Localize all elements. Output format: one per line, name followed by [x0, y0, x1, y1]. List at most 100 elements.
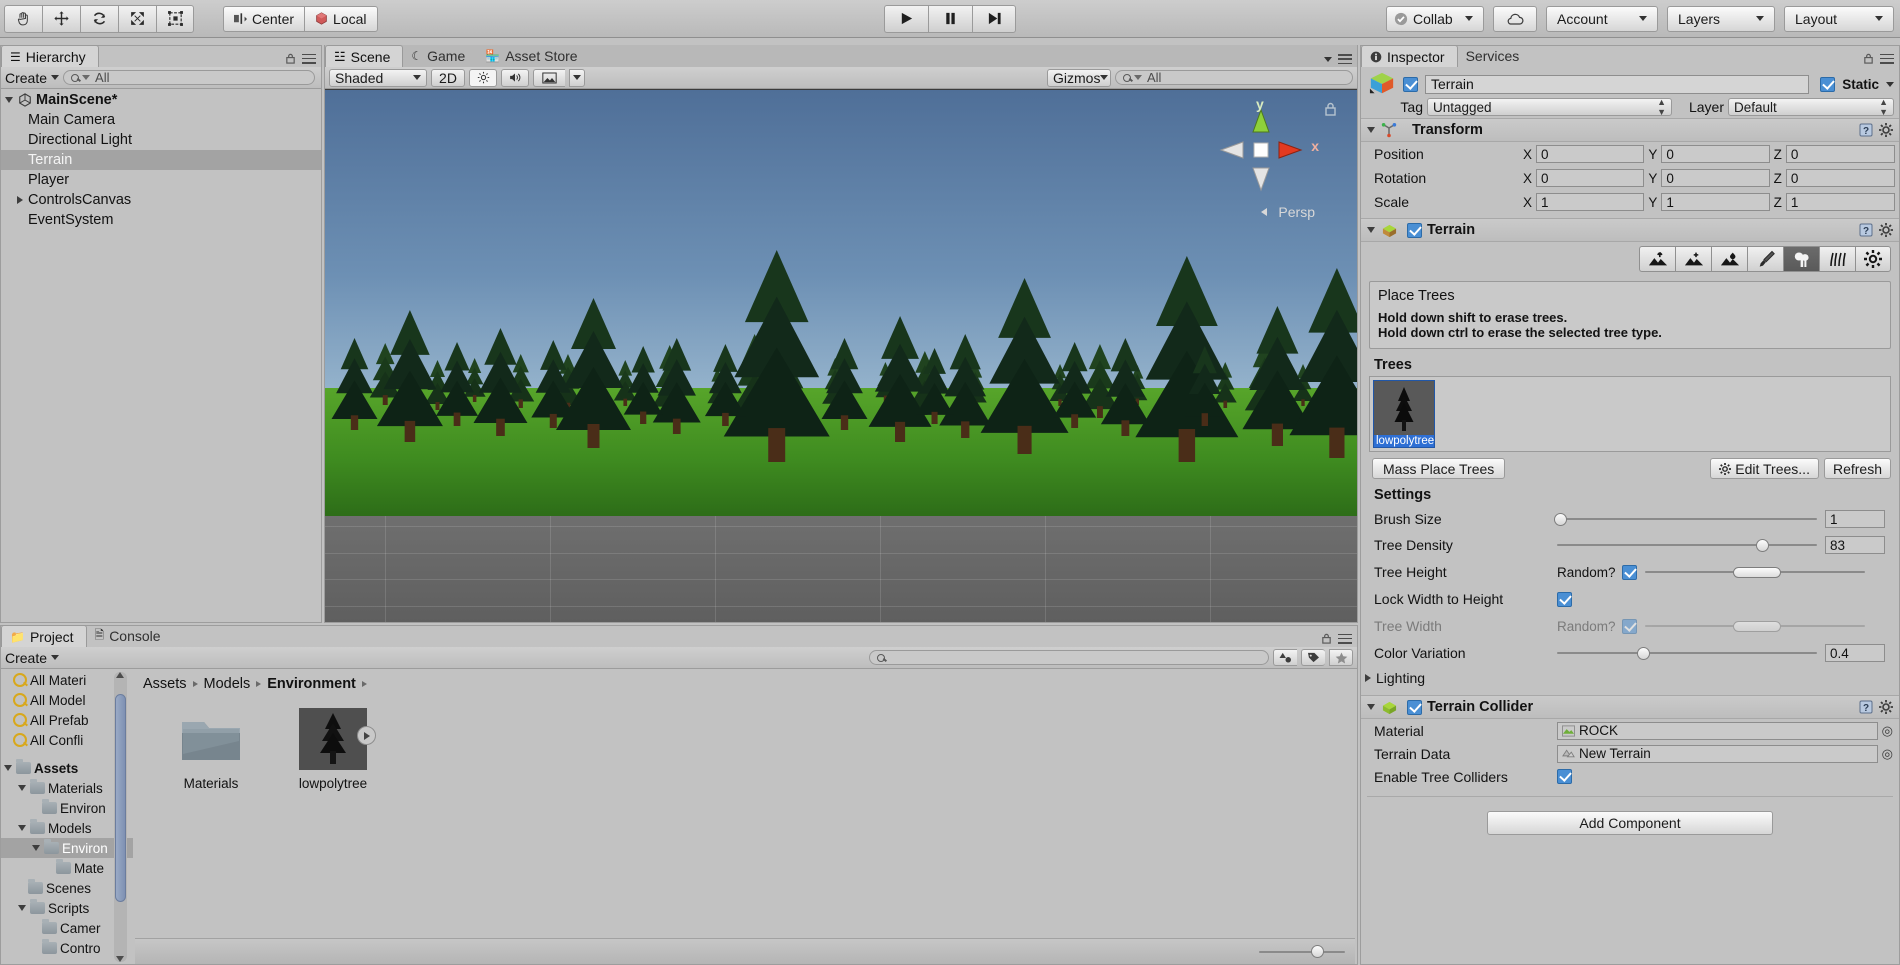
transform-position-x-input[interactable]: 0 — [1536, 145, 1645, 163]
hierarchy-item-directional-light[interactable]: Directional Light — [1, 130, 321, 150]
chevron-down-icon[interactable] — [18, 905, 26, 911]
chevron-down-icon[interactable] — [18, 785, 26, 791]
transform-component-header[interactable]: Transform ? — [1361, 118, 1899, 142]
paint-height-button[interactable] — [1675, 246, 1711, 272]
space-mode-button[interactable]: Local — [304, 5, 378, 32]
pause-button[interactable] — [928, 4, 972, 33]
project-tree-scroll-thumb[interactable] — [115, 694, 126, 902]
chevron-down-icon[interactable] — [18, 825, 26, 831]
terrain-collider-enabled-checkbox[interactable] — [1407, 699, 1422, 715]
step-button[interactable] — [972, 4, 1016, 33]
scene-search-input[interactable]: All — [1115, 70, 1353, 85]
rect-tool-button[interactable] — [156, 4, 194, 33]
chevron-down-icon[interactable] — [32, 845, 40, 851]
scene-view-gizmo[interactable]: y x — [1213, 96, 1319, 198]
chevron-right-icon[interactable] — [1365, 674, 1371, 682]
paint-details-button[interactable] — [1819, 246, 1855, 272]
breadcrumb-item[interactable]: Models — [204, 676, 251, 692]
play-button[interactable] — [884, 4, 928, 33]
hierarchy-item-eventsystem[interactable]: EventSystem — [1, 210, 321, 230]
asset-preview-play-button[interactable] — [357, 726, 376, 745]
scroll-down-arrow-icon[interactable] — [116, 956, 124, 962]
tab-inspector[interactable]: Inspector — [1361, 45, 1458, 67]
gear-icon[interactable] — [1879, 700, 1893, 714]
transform-scale-y-input[interactable]: 1 — [1661, 193, 1770, 211]
layers-button[interactable]: Layers — [1667, 5, 1775, 32]
transform-scale-z-input[interactable]: 1 — [1785, 193, 1895, 211]
brush-size-slider[interactable] — [1553, 511, 1817, 527]
project-tree-scrollbar[interactable] — [114, 672, 127, 962]
account-button[interactable]: Account — [1546, 5, 1658, 32]
chevron-down-icon[interactable] — [1886, 81, 1894, 87]
help-icon[interactable]: ? — [1859, 223, 1873, 237]
lock-icon[interactable] — [1321, 633, 1332, 644]
chevron-down-icon[interactable] — [4, 765, 12, 771]
hierarchy-item-terrain[interactable]: Terrain — [1, 150, 321, 170]
smooth-height-button[interactable] — [1711, 246, 1747, 272]
transform-scale-x-input[interactable]: 1 — [1536, 193, 1645, 211]
scene-lighting-toggle[interactable] — [469, 68, 497, 87]
hierarchy-menu-icon[interactable] — [302, 53, 316, 64]
object-picker-icon[interactable]: ◎ — [1882, 723, 1899, 739]
shading-mode-dropdown[interactable]: Shaded — [329, 68, 427, 87]
object-enabled-checkbox[interactable] — [1403, 76, 1418, 92]
hierarchy-item-controlscanvas[interactable]: ControlsCanvas — [1, 190, 321, 210]
slider-knob[interactable] — [1310, 945, 1324, 958]
chevron-down-icon[interactable] — [5, 97, 13, 103]
scale-tool-button[interactable] — [118, 4, 156, 33]
tab-services[interactable]: Services — [1458, 45, 1532, 67]
tree-palette[interactable]: lowpolytree — [1369, 376, 1891, 452]
hierarchy-search-input[interactable]: All — [63, 70, 315, 85]
filter-by-label-button[interactable] — [1301, 649, 1325, 666]
scene-menu-icon[interactable] — [1338, 54, 1352, 64]
tag-dropdown[interactable]: Untagged ▲ ▼ — [1427, 97, 1672, 117]
color-variation-input[interactable]: 0.4 — [1825, 644, 1885, 662]
terrain-data-field[interactable]: New Terrain — [1557, 744, 1878, 763]
terrain-collider-component-header[interactable]: Terrain Collider ? — [1361, 695, 1899, 719]
pivot-mode-button[interactable]: Center — [223, 5, 305, 32]
transform-rotation-z-input[interactable]: 0 — [1785, 169, 1895, 187]
transform-position-z-input[interactable]: 0 — [1785, 145, 1895, 163]
chevron-down-icon[interactable] — [1367, 227, 1375, 233]
object-picker-icon[interactable]: ◎ — [1882, 746, 1899, 762]
chevron-right-icon[interactable] — [17, 196, 23, 204]
asset-zoom-slider[interactable] — [1259, 944, 1345, 960]
slider-knob[interactable] — [1553, 512, 1567, 526]
hand-tool-button[interactable] — [4, 4, 42, 33]
scene-fx-toggle[interactable] — [533, 68, 565, 87]
gizmos-dropdown[interactable]: Gizmos — [1047, 68, 1111, 87]
scene-resize-handle[interactable] — [1340, 606, 1354, 620]
mass-place-trees-button[interactable]: Mass Place Trees — [1372, 458, 1506, 479]
hierarchy-item-main-camera[interactable]: Main Camera — [1, 110, 321, 130]
enable-tree-colliders-checkbox[interactable] — [1557, 769, 1572, 784]
raise-lower-terrain-button[interactable] — [1639, 246, 1675, 272]
scene-lock-icon[interactable] — [1324, 102, 1337, 119]
lock-width-checkbox[interactable] — [1557, 591, 1572, 607]
tree-height-range-slider[interactable] — [1644, 564, 1865, 580]
edit-trees-button[interactable]: Edit Trees... — [1710, 458, 1819, 479]
tab-scene[interactable]: ☳ Scene — [325, 45, 404, 67]
layout-button[interactable]: Layout — [1784, 5, 1894, 32]
object-name-input[interactable]: Terrain — [1425, 74, 1810, 94]
terrain-settings-button[interactable] — [1855, 246, 1891, 272]
tree-density-slider[interactable] — [1557, 537, 1817, 553]
breadcrumb-item[interactable]: Environment — [267, 676, 356, 692]
tree-palette-item[interactable]: lowpolytree — [1373, 380, 1435, 448]
slider-knob[interactable] — [1756, 538, 1770, 552]
transform-rotation-y-input[interactable]: 0 — [1661, 169, 1770, 187]
layer-dropdown[interactable]: Default ▲ ▼ — [1728, 97, 1894, 117]
add-component-button[interactable]: Add Component — [1487, 811, 1773, 835]
tab-project[interactable]: 📁 Project — [1, 625, 87, 647]
help-icon[interactable]: ? — [1859, 123, 1873, 137]
lock-icon[interactable] — [285, 53, 296, 64]
favorites-button[interactable] — [1329, 649, 1353, 666]
scene-viewport[interactable]: y x Persp — [325, 90, 1357, 622]
asset-item-lowpolytree[interactable]: lowpolytree — [287, 708, 379, 936]
collab-button[interactable]: Collab — [1386, 5, 1484, 32]
breadcrumb-item[interactable]: Assets — [143, 676, 187, 692]
tab-hierarchy[interactable]: ☰ Hierarchy — [1, 45, 99, 67]
slider-knob[interactable] — [1636, 646, 1650, 660]
hierarchy-item-player[interactable]: Player — [1, 170, 321, 190]
paint-texture-button[interactable] — [1747, 246, 1783, 272]
cloud-button[interactable] — [1493, 5, 1537, 32]
